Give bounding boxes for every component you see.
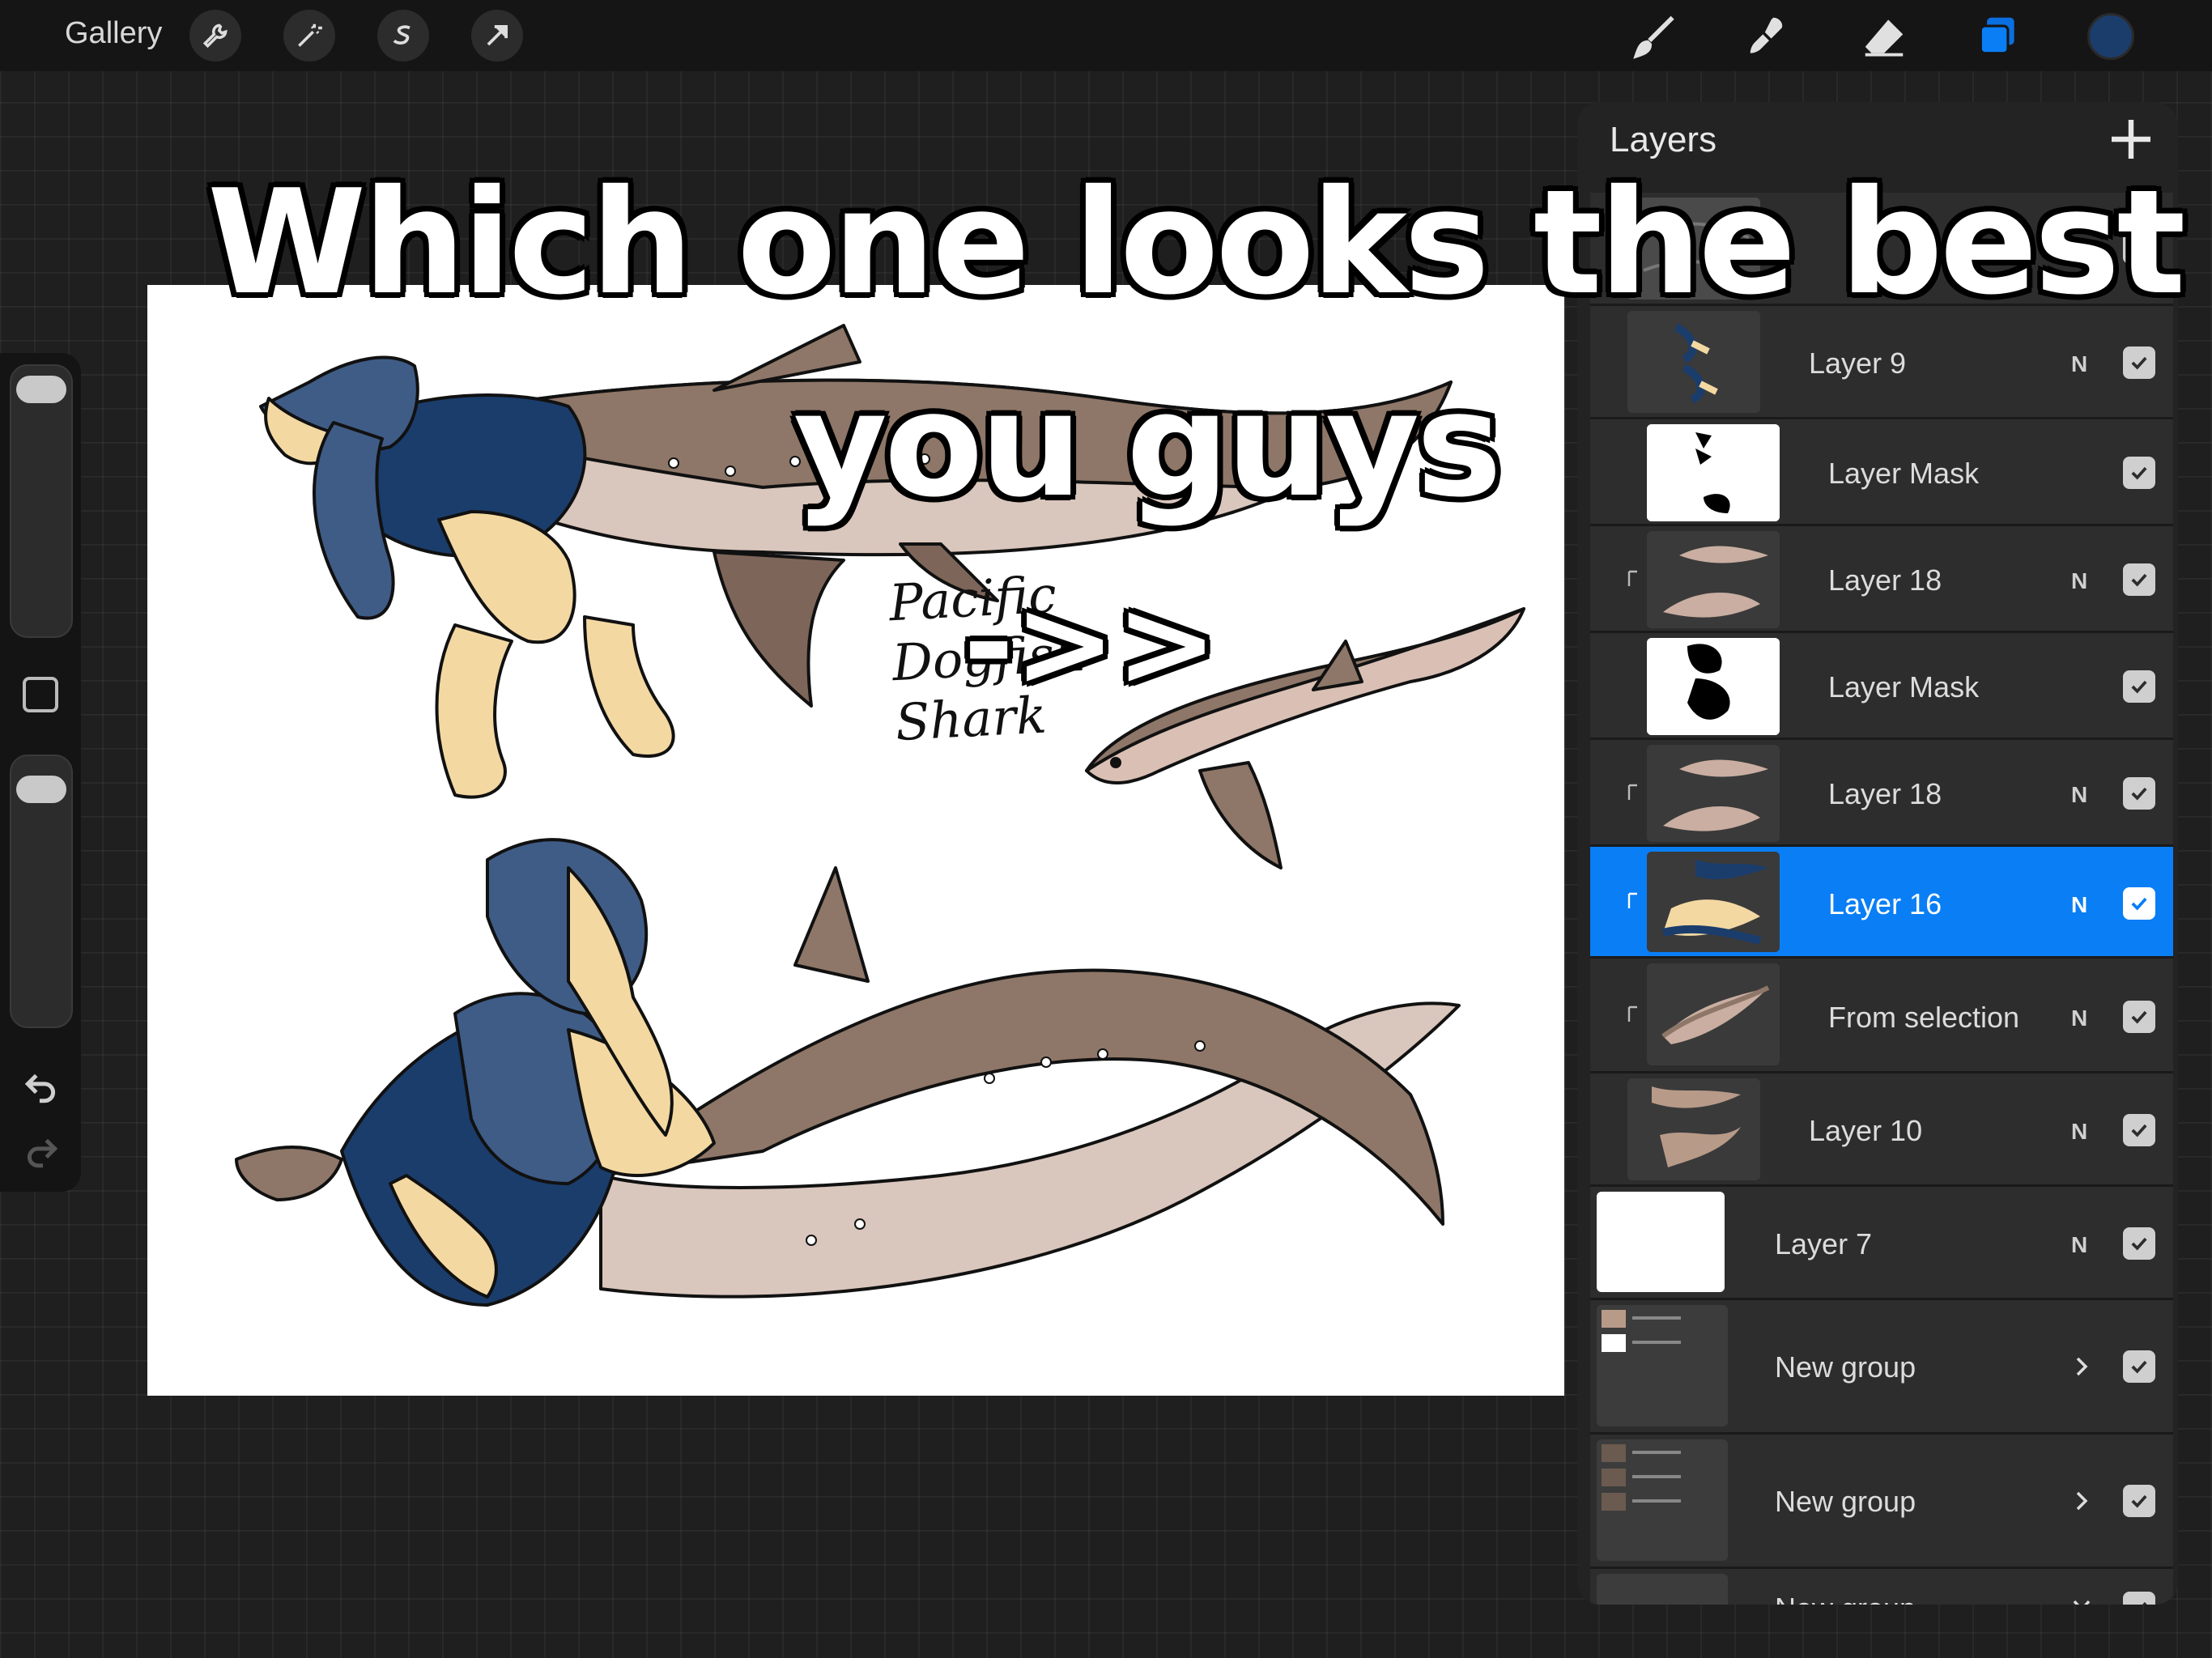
mask-thumbnail: [1647, 638, 1780, 735]
layer-group-row[interactable]: New group: [1590, 1435, 2173, 1569]
layer-name: Layer 7: [1775, 1227, 1873, 1261]
top-toolbar: Gallery: [0, 0, 2212, 71]
layer-row[interactable]: Layer 7 N: [1590, 1187, 2173, 1300]
visibility-checkbox[interactable]: [2123, 1001, 2155, 1033]
caption-arrow: ->>: [963, 573, 1218, 714]
layer-name: Layer 18: [1828, 777, 1942, 810]
chevron-right-icon[interactable]: [2069, 1485, 2094, 1517]
layer-group-row[interactable]: New group: [1590, 1569, 2173, 1605]
transform-arrow-icon[interactable]: [471, 10, 523, 62]
layer-thumbnail: [1647, 963, 1780, 1065]
layer-thumbnail: [1647, 531, 1780, 628]
layer-name: Layer Mask: [1828, 457, 1980, 490]
clipping-mask-icon: [1627, 892, 1637, 908]
blend-mode-button[interactable]: N: [2071, 782, 2087, 808]
caption-line-1: Which one looks the best: [207, 159, 2186, 326]
blend-mode-button[interactable]: N: [2071, 1232, 2087, 1258]
brush-size-thumb[interactable]: [16, 376, 66, 403]
opacity-slider[interactable]: [10, 755, 73, 1028]
visibility-checkbox[interactable]: [2123, 887, 2155, 920]
blend-mode-button[interactable]: N: [2071, 1119, 2087, 1145]
clipping-mask-icon: [1627, 570, 1637, 586]
layers-panel-title: Layers: [1610, 120, 1717, 159]
selection-icon[interactable]: [377, 10, 429, 62]
chevron-down-icon[interactable]: [2069, 1590, 2094, 1605]
group-thumbnail: [1597, 1305, 1728, 1426]
layer-row[interactable]: Layer 18 N: [1590, 740, 2173, 847]
layer-list: N Layer 9 N Layer Mask Layer 18 N Layer …: [1590, 193, 2173, 1605]
layer-name: Layer Mask: [1828, 670, 1980, 704]
chevron-right-icon[interactable]: [2069, 1350, 2094, 1383]
layer-name: Layer 16: [1828, 887, 1942, 920]
layer-row-selected[interactable]: Layer 16 N: [1590, 847, 2173, 959]
color-picker-button[interactable]: [2087, 13, 2134, 60]
visibility-checkbox[interactable]: [2123, 1227, 2155, 1260]
layer-row[interactable]: From selection N: [1590, 959, 2173, 1073]
visibility-checkbox[interactable]: [2123, 1114, 2155, 1146]
layer-group-row[interactable]: New group: [1590, 1300, 2173, 1435]
blend-mode-button[interactable]: N: [2071, 892, 2087, 918]
layer-name: New group: [1775, 1592, 1916, 1605]
visibility-checkbox[interactable]: [2123, 457, 2155, 489]
layer-thumbnail: [1627, 1078, 1760, 1180]
visibility-checkbox[interactable]: [2123, 563, 2155, 596]
layer-thumbnail: [1597, 1192, 1725, 1292]
layer-name: From selection: [1828, 1001, 2020, 1034]
brush-icon[interactable]: [1627, 8, 1684, 65]
opacity-thumb[interactable]: [16, 776, 66, 803]
undo-icon[interactable]: [21, 1065, 62, 1106]
layer-mask-row[interactable]: Layer Mask: [1590, 419, 2173, 526]
group-thumbnail: [1597, 1439, 1728, 1561]
visibility-checkbox[interactable]: [2123, 670, 2155, 703]
layer-mask-row[interactable]: Layer Mask: [1590, 633, 2173, 740]
layers-panel: Layers N Layer 9 N Layer Mask Layer 18 N…: [1577, 102, 2178, 1605]
blend-mode-button[interactable]: N: [2071, 351, 2087, 377]
blend-mode-button[interactable]: N: [2071, 568, 2087, 594]
layer-name: New group: [1775, 1485, 1916, 1518]
layer-name: Layer 9: [1809, 346, 1907, 380]
blend-mode-button[interactable]: N: [2071, 1005, 2087, 1031]
wrench-icon[interactable]: [189, 10, 241, 62]
visibility-checkbox[interactable]: [2123, 346, 2155, 379]
group-thumbnail: [1597, 1574, 1728, 1605]
left-sidebar: [0, 353, 81, 1192]
layer-row[interactable]: Layer 18 N: [1590, 526, 2173, 633]
redo-icon[interactable]: [21, 1130, 62, 1171]
layer-thumbnail: [1647, 745, 1780, 842]
layer-thumbnail: [1647, 852, 1780, 952]
smudge-icon[interactable]: [1741, 8, 1797, 65]
mask-thumbnail: [1647, 424, 1780, 521]
gallery-button[interactable]: Gallery: [65, 16, 162, 51]
caption-line-2: you guys: [793, 361, 1502, 529]
add-layer-icon[interactable]: [2105, 113, 2157, 165]
visibility-checkbox[interactable]: [2123, 777, 2155, 810]
layer-name: Layer 10: [1809, 1114, 1923, 1147]
layer-row[interactable]: Layer 10 N: [1590, 1073, 2173, 1187]
layers-icon[interactable]: [1969, 8, 2026, 65]
magic-wand-icon[interactable]: [283, 10, 335, 62]
eraser-icon[interactable]: [1856, 8, 1912, 65]
visibility-checkbox[interactable]: [2123, 1592, 2155, 1605]
visibility-checkbox[interactable]: [2123, 1350, 2155, 1383]
layer-name: Layer 18: [1828, 563, 1942, 597]
brush-size-slider[interactable]: [10, 364, 73, 638]
visibility-checkbox[interactable]: [2123, 1485, 2155, 1517]
layer-name: New group: [1775, 1350, 1916, 1384]
clipping-mask-icon: [1627, 1005, 1637, 1022]
clipping-mask-icon: [1627, 784, 1637, 800]
modify-button[interactable]: [23, 677, 58, 712]
